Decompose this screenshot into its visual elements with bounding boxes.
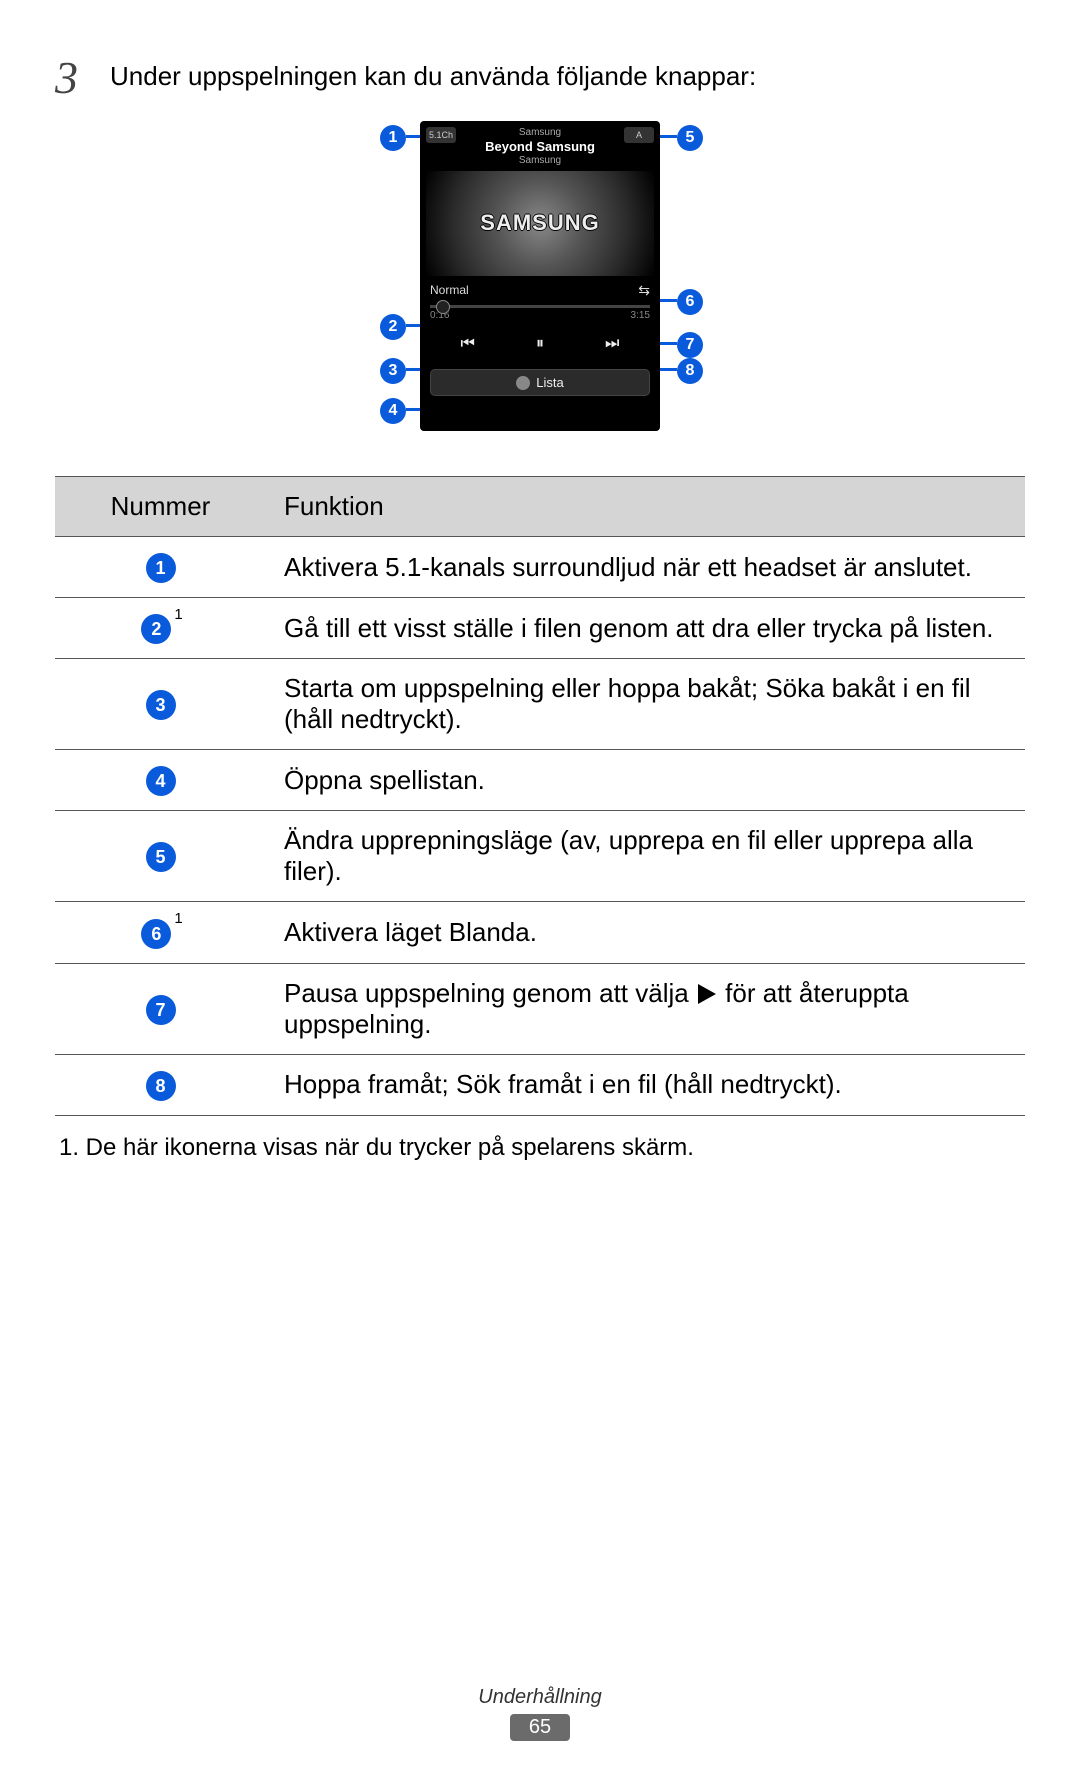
callout-1: 1 (380, 125, 406, 151)
row-bubble: 3 (146, 690, 176, 720)
footer-section: Underhållning (0, 1686, 1080, 1709)
table-row: 21 Gå till ett visst ställe i filen geno… (55, 598, 1025, 659)
row-bubble: 6 (141, 919, 171, 949)
row-fn: Aktivera läget Blanda. (266, 902, 1025, 963)
figure: 5.1Ch A Samsung Beyond Samsung Samsung S… (55, 121, 1025, 451)
row-fn: Gå till ett visst ställe i filen genom a… (266, 598, 1025, 659)
track-sub2: Samsung (420, 155, 660, 167)
th-function: Funktion (266, 477, 1025, 537)
row-fn: Öppna spellistan. (266, 750, 1025, 811)
row-bubble: 1 (146, 553, 176, 583)
album-art: SAMSUNG (426, 171, 654, 276)
callout-4: 4 (380, 398, 406, 424)
surround-badge: 5.1Ch (426, 127, 456, 143)
footer-page-number: 65 (510, 1714, 570, 1741)
row-bubble: 2 (141, 614, 171, 644)
repeat-badge: A (624, 127, 654, 143)
row-bubble: 8 (146, 1071, 176, 1101)
progress-thumb (436, 300, 450, 314)
callout-6: 6 (677, 289, 703, 315)
footnote: 1. De här ikonerna visas när du trycker … (59, 1134, 1025, 1162)
list-label: Lista (536, 375, 563, 390)
list-button: Lista (430, 369, 650, 397)
table-row: 1 Aktivera 5.1-kanals surroundljud när e… (55, 537, 1025, 598)
step-row: 3 Under uppspelningen kan du använda föl… (55, 55, 1025, 101)
album-brand: SAMSUNG (480, 210, 599, 236)
table-row: 3 Starta om uppspelning eller hoppa bakå… (55, 659, 1025, 750)
row-fn-pre: Pausa uppspelning genom att välja (284, 978, 696, 1008)
function-table: Nummer Funktion 1 Aktivera 5.1-kanals su… (55, 476, 1025, 1116)
row-bubble: 7 (146, 995, 176, 1025)
callout-8: 8 (677, 358, 703, 384)
eq-label: Normal (430, 283, 469, 297)
prev-icon: ⏮ (461, 335, 475, 353)
phone-screenshot: 5.1Ch A Samsung Beyond Samsung Samsung S… (420, 121, 660, 431)
callout-7: 7 (677, 332, 703, 358)
list-icon (516, 376, 530, 390)
table-row: 8 Hoppa framåt; Sök framåt i en fil (hål… (55, 1054, 1025, 1115)
play-icon (698, 984, 716, 1004)
progress-bar (430, 305, 650, 308)
th-number: Nummer (55, 477, 266, 537)
callout-5: 5 (677, 125, 703, 151)
next-icon: ⏭ (605, 335, 619, 353)
callout-2: 2 (380, 314, 406, 340)
table-row: 7 Pausa uppspelning genom att välja för … (55, 963, 1025, 1054)
shuffle-icon: ⇆ (638, 282, 650, 299)
table-row: 61 Aktivera läget Blanda. (55, 902, 1025, 963)
time-total: 3:15 (631, 310, 650, 321)
table-row: 4 Öppna spellistan. (55, 750, 1025, 811)
row-fn: Hoppa framåt; Sök framåt i en fil (håll … (266, 1054, 1025, 1115)
row-fn: Pausa uppspelning genom att välja för at… (266, 963, 1025, 1054)
step-number: 3 (55, 55, 110, 101)
callout-3: 3 (380, 358, 406, 384)
page-footer: Underhållning 65 (0, 1686, 1080, 1741)
row-sup: 1 (174, 606, 182, 623)
row-fn: Ändra upprepningsläge (av, upprepa en fi… (266, 811, 1025, 902)
table-row: 5 Ändra upprepningsläge (av, upprepa en … (55, 811, 1025, 902)
row-fn: Starta om uppspelning eller hoppa bakåt;… (266, 659, 1025, 750)
row-bubble: 5 (146, 842, 176, 872)
row-sup: 1 (174, 910, 182, 927)
pause-icon: ⏸ (536, 335, 544, 353)
row-bubble: 4 (146, 766, 176, 796)
step-text: Under uppspelningen kan du använda följa… (110, 55, 1025, 92)
row-fn: Aktivera 5.1-kanals surroundljud när ett… (266, 537, 1025, 598)
